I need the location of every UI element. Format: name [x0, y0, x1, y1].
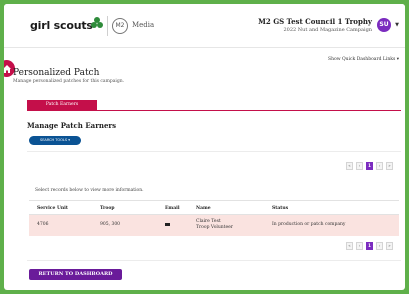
search-tools-button[interactable]: SEARCH TOOLS ▾ — [29, 136, 81, 145]
top-bar: girl scouts M2 Media M2 GS Test Council … — [4, 4, 405, 48]
select-hint: Select records below to view more inform… — [35, 188, 144, 193]
divider — [27, 151, 401, 152]
page-description: Manage personalized patches for this cam… — [13, 79, 125, 84]
first-page-button[interactable]: « — [346, 162, 353, 170]
page-1-button[interactable]: 1 — [366, 242, 373, 250]
cell-service-unit: 4706 — [37, 222, 49, 227]
tab-underline — [27, 110, 401, 111]
cell-name: Claire Test Troop Volunteer — [196, 219, 233, 231]
m2-media-logo: M2 — [112, 18, 128, 34]
quick-links-label: Show Quick Dashboard Links — [328, 57, 396, 62]
header-name[interactable]: Name — [196, 206, 211, 211]
quick-links-toggle[interactable]: Show Quick Dashboard Links ▾ — [328, 57, 399, 62]
house-icon — [4, 64, 11, 73]
girl-scouts-logo[interactable]: girl scouts — [30, 19, 93, 32]
name-primary: Claire Test — [196, 219, 221, 224]
patch-earners-table: Service Unit Troop Email Name Status 470… — [29, 200, 399, 236]
email-icon[interactable] — [165, 222, 170, 226]
divider — [27, 260, 401, 261]
cell-troop: 905, 300 — [100, 222, 121, 227]
last-page-button[interactable]: » — [386, 162, 393, 170]
tab-patch-earners[interactable]: Patch Earners — [27, 100, 97, 110]
avatar[interactable]: SU — [377, 18, 391, 32]
header-divider — [107, 16, 108, 36]
section-title: Manage Patch Earners — [27, 121, 117, 130]
prev-page-button[interactable]: ‹ — [356, 242, 363, 250]
chevron-down-icon: ▾ — [68, 138, 70, 142]
pagination-bottom: « ‹ 1 › » — [346, 242, 393, 250]
header-service-unit[interactable]: Service Unit — [37, 206, 68, 211]
name-role: Troop Volunteer — [196, 225, 233, 230]
next-page-button[interactable]: › — [376, 162, 383, 170]
header-troop[interactable]: Troop — [100, 206, 115, 211]
header-status[interactable]: Status — [272, 206, 288, 211]
campaign-name: 2022 Nut and Magazine Campaign — [283, 27, 372, 33]
media-label: Media — [132, 21, 155, 29]
last-page-button[interactable]: » — [386, 242, 393, 250]
next-page-button[interactable]: › — [376, 242, 383, 250]
return-to-dashboard-button[interactable]: RETURN TO DASHBOARD — [29, 269, 122, 280]
council-info[interactable]: M2 GS Test Council 1 Trophy 2022 Nut and… — [258, 17, 372, 33]
header-email[interactable]: Email — [165, 206, 180, 211]
page-1-button[interactable]: 1 — [366, 162, 373, 170]
first-page-button[interactable]: « — [346, 242, 353, 250]
trefoil-icon — [91, 17, 103, 28]
app-window: girl scouts M2 Media M2 GS Test Council … — [4, 4, 405, 290]
chevron-down-icon: ▾ — [396, 57, 399, 62]
page-title: Personalized Patch — [13, 68, 100, 78]
search-tools-label: SEARCH TOOLS — [40, 138, 68, 142]
table-header: Service Unit Troop Email Name Status — [29, 200, 399, 215]
chevron-down-icon[interactable]: ▼ — [395, 22, 399, 28]
prev-page-button[interactable]: ‹ — [356, 162, 363, 170]
table-row[interactable]: 4706 905, 300 Claire Test Troop Voluntee… — [29, 215, 399, 236]
pagination-top: « ‹ 1 › » — [346, 162, 393, 170]
council-name: M2 GS Test Council 1 Trophy — [258, 17, 372, 26]
cell-status: In production or patch company — [272, 222, 346, 227]
